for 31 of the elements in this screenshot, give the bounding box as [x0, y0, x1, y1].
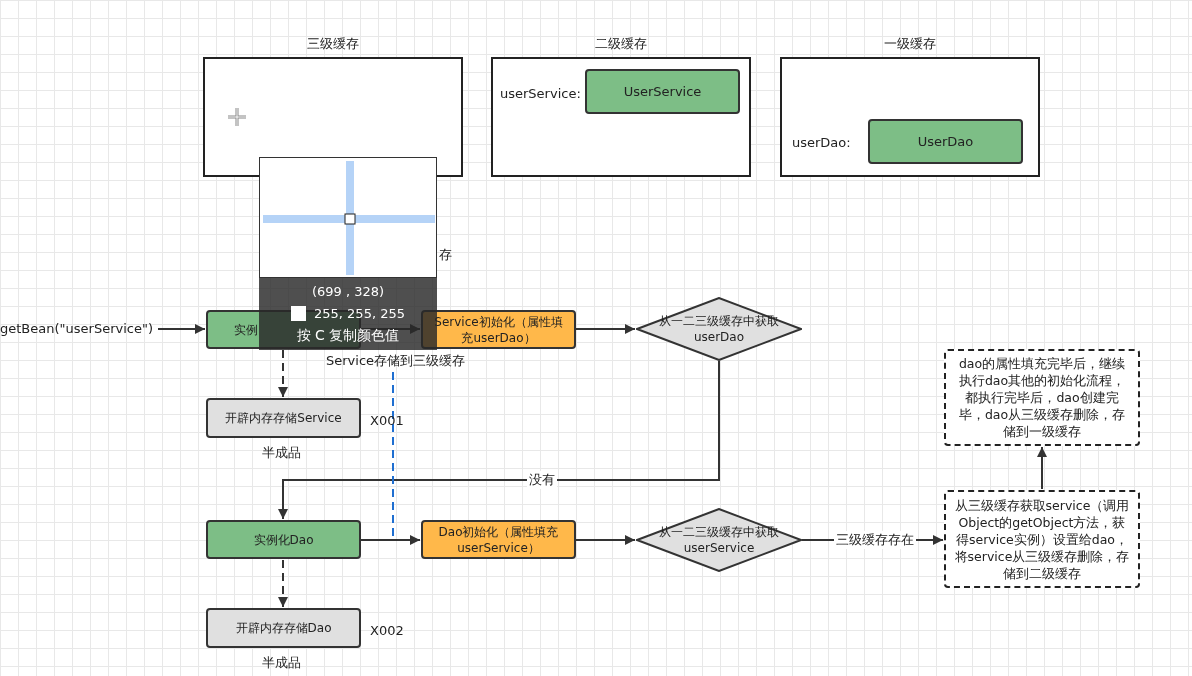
- process-box: 开辟内存存储Dao: [206, 608, 361, 648]
- init-box: Dao初始化（属性填充userService）: [421, 520, 576, 559]
- crosshair-cursor-icon: [227, 107, 247, 127]
- connector-arrow: [278, 559, 288, 608]
- connector-arrow: [575, 324, 636, 334]
- edge-label: 没有: [527, 471, 557, 489]
- cached-bean-box: UserService: [585, 69, 740, 114]
- diagram-label: Service存储到三级缓存: [326, 352, 466, 370]
- cached-bean-box: UserDao: [868, 119, 1023, 164]
- diagram-label: X002: [370, 622, 404, 640]
- connector-arrow: [1037, 446, 1047, 490]
- diagram-label: X001: [370, 412, 404, 430]
- color-swatch: [291, 305, 306, 321]
- entry-label: userService:: [500, 85, 581, 103]
- coordinates-text: (699 , 328): [311, 283, 385, 301]
- note-box: dao的属性填充完毕后，继续执行dao其他的初始化流程，都执行完毕后，dao创建完毕，dao从三级缓存删除，存储到一级缓存: [944, 349, 1140, 446]
- diagram-label: 半成品: [262, 444, 301, 462]
- panel-title: 二级缓存: [594, 35, 648, 53]
- process-box: 开辟内存存储Service: [206, 398, 361, 438]
- entry-label: userDao:: [792, 134, 851, 152]
- connector-arrow: [157, 324, 206, 334]
- diagram-label: 存: [439, 246, 452, 264]
- panel-title: 三级缓存: [306, 35, 360, 53]
- connector-arrow: [360, 535, 421, 545]
- diagram-label: getBean("userService"): [0, 320, 153, 338]
- edge-label: 三级缓存存在: [834, 531, 916, 549]
- instantiate-box: 实例化Dao: [206, 520, 361, 559]
- connector-arrow: [575, 535, 636, 545]
- diagram-label: 半成品: [262, 654, 301, 672]
- panel-title: 一级缓存: [883, 35, 937, 53]
- note-box: 从三级缓存获取service（调用Object的getObject方法，获得service实例）设置给dao，将service从三级缓存删除，存储到二级缓存: [944, 490, 1140, 588]
